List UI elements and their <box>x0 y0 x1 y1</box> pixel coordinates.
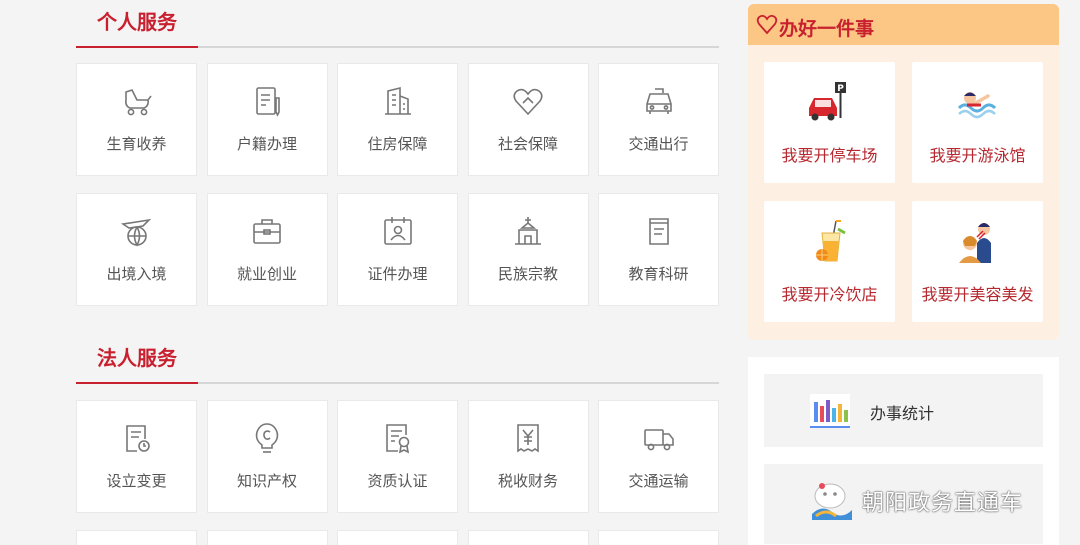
tile-qualification-cert[interactable]: 资质认证 <box>337 400 458 513</box>
tile-ethnic-religion[interactable]: 民族宗教 <box>467 193 589 306</box>
temple-icon <box>511 214 545 248</box>
card-open-swimming-pool[interactable]: 我要开游泳馆 <box>912 62 1043 183</box>
one-thing-title: 办好一件事 <box>779 18 875 40</box>
card-label: 我要开美容美发 <box>921 285 1034 304</box>
personal-services-grid: 生育收养 户籍办理 住房保障 社会保障 交通出行 出境入境 就业创业 证件办理 … <box>76 63 719 306</box>
tile-label: 知识产权 <box>236 472 297 490</box>
tile-certificates[interactable]: 证件办理 <box>337 193 458 306</box>
wechat-logo-icon <box>812 483 852 520</box>
tile-transport-travel[interactable]: 交通出行 <box>598 63 719 176</box>
section-title-personal: 个人服务 <box>97 10 177 34</box>
cold-drink-icon <box>805 219 855 265</box>
tile-partial[interactable] <box>598 530 719 545</box>
tile-label: 民族宗教 <box>497 265 558 283</box>
building-icon <box>381 84 415 118</box>
copyright-bulb-icon <box>250 421 284 455</box>
svg-text:P: P <box>837 84 844 94</box>
card-open-parking[interactable]: P 我要开停车场 <box>764 62 895 183</box>
tile-label: 教育科研 <box>628 265 689 283</box>
tile-label: 户籍办理 <box>236 135 297 153</box>
tile-household-registration[interactable]: 户籍办理 <box>206 63 328 176</box>
doc-refresh-icon <box>120 421 154 455</box>
stroller-icon <box>120 84 154 118</box>
section-divider <box>76 46 719 48</box>
certificate-icon <box>381 421 415 455</box>
yen-receipt-icon <box>511 421 545 455</box>
car-icon <box>642 84 676 118</box>
parking-car-icon: P <box>805 80 855 126</box>
tile-social-security[interactable]: 社会保障 <box>467 63 589 176</box>
tile-housing-security[interactable]: 住房保障 <box>337 63 458 176</box>
tile-birth-adoption[interactable]: 生育收养 <box>76 63 197 176</box>
bar-chart-icon <box>810 394 850 428</box>
personal-services-header: 个人服务 <box>76 0 719 48</box>
section-title-legal: 法人服务 <box>97 346 177 370</box>
legal-services-header: 法人服务 <box>76 336 719 384</box>
tile-transport-logistics[interactable]: 交通运输 <box>598 400 719 513</box>
tile-label: 证件办理 <box>367 265 428 283</box>
briefcase-icon <box>250 214 284 248</box>
tile-label: 交通出行 <box>628 135 689 153</box>
tile-label: 生育收养 <box>106 135 167 153</box>
one-thing-panel: 办好一件事 P 我要开停车场 我要开游泳馆 我要开冷饮店 我要开美容美发 <box>748 4 1059 340</box>
section-divider <box>76 382 719 384</box>
swimmer-icon <box>953 80 1003 126</box>
truck-icon <box>642 421 676 455</box>
statistics-button[interactable]: 办事统计 <box>764 374 1043 447</box>
tile-label: 设立变更 <box>106 472 167 490</box>
legal-services-grid: 设立变更 知识产权 资质认证 税收财务 交通运输 <box>76 400 719 545</box>
tile-label: 出境入境 <box>106 265 167 283</box>
tile-label: 交通运输 <box>628 472 689 490</box>
tile-tax-finance[interactable]: 税收财务 <box>467 400 589 513</box>
tile-employment[interactable]: 就业创业 <box>206 193 328 306</box>
tile-intellectual-property[interactable]: 知识产权 <box>206 400 328 513</box>
heart-hand-icon <box>511 84 545 118</box>
card-label: 我要开停车场 <box>781 146 878 165</box>
id-card-icon <box>381 214 415 248</box>
card-label: 我要开游泳馆 <box>929 146 1026 165</box>
tile-education-research[interactable]: 教育科研 <box>598 193 719 306</box>
watermark: 朝阳政务直通车 <box>808 478 1058 522</box>
tile-partial[interactable] <box>337 530 458 545</box>
tile-label: 税收财务 <box>497 472 558 490</box>
tile-exit-entry[interactable]: 出境入境 <box>76 193 197 306</box>
card-open-beauty-salon[interactable]: 我要开美容美发 <box>912 201 1043 322</box>
tile-partial[interactable] <box>206 530 328 545</box>
tile-label: 住房保障 <box>367 135 428 153</box>
tile-label: 社会保障 <box>497 135 558 153</box>
tile-partial[interactable] <box>76 530 197 545</box>
plane-globe-icon <box>120 214 154 248</box>
book-icon <box>642 214 676 248</box>
tile-partial[interactable] <box>467 530 589 545</box>
heart-icon <box>756 15 778 35</box>
tile-establish-change[interactable]: 设立变更 <box>76 400 197 513</box>
tile-label: 就业创业 <box>236 265 297 283</box>
card-label: 我要开冷饮店 <box>781 285 878 304</box>
hairdresser-icon <box>953 219 1003 265</box>
document-pen-icon <box>250 84 284 118</box>
watermark-text: 朝阳政务直通车 <box>862 491 1024 516</box>
card-open-cold-drink-shop[interactable]: 我要开冷饮店 <box>764 201 895 322</box>
one-thing-header: 办好一件事 <box>748 4 1059 45</box>
statistics-label: 办事统计 <box>870 404 935 423</box>
tile-label: 资质认证 <box>367 472 428 490</box>
